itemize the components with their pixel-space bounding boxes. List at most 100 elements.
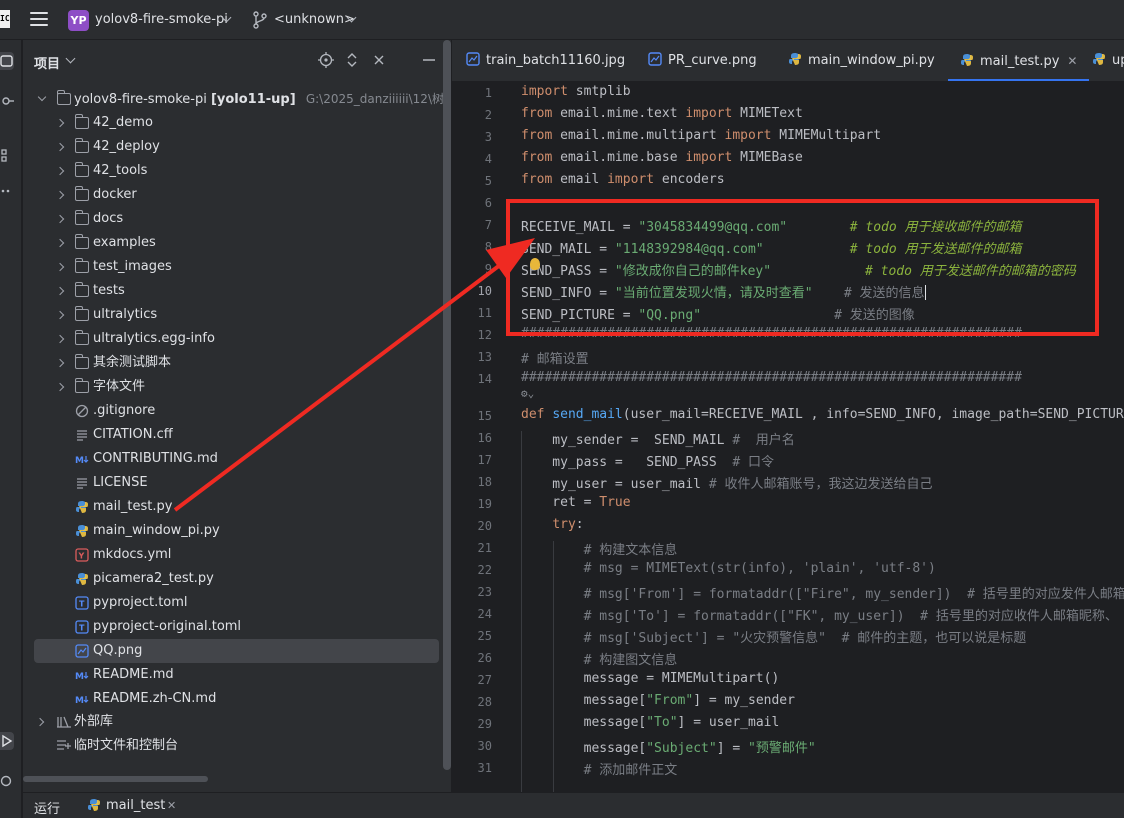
run-tab-label[interactable]: 运行 (34, 798, 60, 817)
line-number: 10 (477, 284, 492, 298)
code-line: ########################################… (521, 370, 1022, 385)
tree-file[interactable]: main_window_pi.py (23, 519, 451, 543)
project-tool-icon[interactable] (0, 52, 14, 70)
code-line: message = MIMEMultipart() (521, 671, 780, 686)
structure-tool-icon[interactable] (0, 146, 14, 164)
tree-file[interactable]: M README.md (23, 663, 451, 687)
expand-arrow-icon[interactable] (55, 118, 65, 128)
line-number: 11 (477, 306, 492, 320)
tree-file[interactable]: Ymkdocs.yml (23, 543, 451, 567)
expand-collapse-icon[interactable] (345, 52, 359, 68)
close-panel-icon[interactable] (372, 52, 386, 68)
tree-folder[interactable]: 42_deploy (23, 135, 451, 159)
tree-file[interactable]: QQ.png (34, 639, 439, 663)
tab-train-batch[interactable]: train_batch11160.jpg (466, 40, 625, 81)
code-line: # 构建图文信息 (583, 653, 678, 668)
run-config-name[interactable]: mail_test (106, 798, 165, 813)
vcs-branch-icon[interactable] (252, 11, 268, 29)
project-name[interactable]: yolov8-fire-smoke-pi (95, 12, 228, 27)
line-number: 20 (477, 519, 492, 533)
expand-arrow-icon[interactable] (37, 92, 47, 102)
tab-up[interactable]: up (1092, 40, 1124, 81)
code-vision-hint[interactable]: ⚙⌄ (521, 387, 534, 400)
expand-arrow-icon[interactable] (55, 238, 65, 248)
tree-file[interactable]: Tpyproject-original.toml (23, 615, 451, 639)
code-line: # msg['Subject'] = "火灾预警信息" # 邮件的主题，也可以说… (583, 631, 1027, 646)
line-number: 1 (484, 86, 492, 100)
tree-file[interactable]: mail_test.py (23, 495, 451, 519)
tree-folder[interactable]: 42_tools (23, 159, 451, 183)
tree-folder[interactable]: test_images (23, 255, 451, 279)
expand-arrow-icon[interactable] (35, 717, 45, 727)
line-number: 2 (484, 108, 492, 122)
more-tools-icon[interactable] (0, 182, 14, 200)
tree-scratches[interactable]: 临时文件和控制台 (23, 734, 451, 758)
file-name: main_window_pi.py (93, 523, 220, 538)
line-number: 15 (477, 409, 492, 423)
expand-arrow-icon[interactable] (55, 286, 65, 296)
expand-arrow-icon[interactable] (55, 310, 65, 320)
tree-folder[interactable]: docs (23, 207, 451, 231)
expand-arrow-icon[interactable] (55, 334, 65, 344)
file-name: QQ.png (93, 643, 143, 658)
tab-main-window-pi[interactable]: main_window_pi.py (788, 40, 935, 81)
panel-title-chevron-down-icon[interactable] (65, 53, 76, 64)
expand-arrow-icon[interactable] (55, 358, 65, 368)
code-line: try: (552, 517, 584, 532)
services-tool-icon[interactable] (0, 772, 14, 790)
tree-file[interactable]: M CONTRIBUTING.md (23, 447, 451, 471)
code-line: from email.mime.base import MIMEBase (521, 150, 803, 165)
locate-file-icon[interactable] (318, 52, 334, 68)
code-line: ########################################… (521, 326, 1022, 341)
horizontal-scrollbar[interactable] (23, 776, 208, 782)
tree-folder[interactable]: ultralytics.egg-info (23, 327, 451, 351)
tree-file[interactable]: CITATION.cff (23, 423, 451, 447)
markdown-icon: M (75, 452, 89, 466)
code-editor[interactable]: 1 2 3 4 5 6 7 8 9 10 11 12 13 14 15 16 1… (452, 82, 1124, 792)
project-panel-title[interactable]: 项目 (34, 53, 60, 72)
tree-file[interactable]: M README.zh-CN.md (23, 687, 451, 711)
line-number: 17 (477, 453, 492, 467)
tree-external-libraries[interactable]: 外部库 (23, 710, 451, 734)
commit-tool-icon[interactable] (0, 92, 14, 110)
run-tool-icon[interactable] (0, 732, 14, 750)
tree-file[interactable]: .gitignore (23, 399, 451, 423)
code-line: from email.mime.multipart import MIMEMul… (521, 128, 882, 143)
expand-arrow-icon[interactable] (55, 214, 65, 224)
tab-mail-test[interactable]: mail_test.py ✕ (948, 40, 1090, 81)
tree-file[interactable]: picamera2_test.py (23, 567, 451, 591)
project-panel: 项目 yolov8-fire-smoke-pi [yolo11-up] G:\2… (23, 40, 492, 792)
tool-window-strip (0, 40, 22, 818)
code-line: message["From"] = my_sender (521, 693, 795, 708)
tree-folder[interactable]: 其余测试脚本 (23, 351, 451, 375)
project-badge[interactable]: YP (68, 10, 89, 31)
branch-name[interactable]: <unknown> (274, 12, 355, 27)
markdown-icon: M (75, 668, 89, 682)
tree-folder[interactable]: tests (23, 279, 451, 303)
line-number: 9 (484, 262, 492, 276)
folder-icon (74, 306, 89, 321)
expand-arrow-icon[interactable] (55, 262, 65, 272)
image-icon (648, 52, 662, 66)
expand-arrow-icon[interactable] (55, 382, 65, 392)
tree-folder[interactable]: docker (23, 183, 451, 207)
code-line: ret = True (521, 495, 631, 510)
folder-name: examples (93, 235, 156, 250)
tree-file[interactable]: Tpyproject.toml (23, 591, 451, 615)
main-menu-icon[interactable] (30, 12, 48, 28)
tree-folder[interactable]: 字体文件 (23, 375, 451, 399)
tab-close-icon[interactable]: ✕ (1067, 54, 1077, 68)
expand-arrow-icon[interactable] (55, 190, 65, 200)
tree-file[interactable]: LICENSE (23, 471, 451, 495)
tree-root[interactable]: yolov8-fire-smoke-pi [yolo11-up] G:\2025… (23, 87, 492, 111)
tree-folder[interactable]: examples (23, 231, 451, 255)
expand-arrow-icon[interactable] (55, 166, 65, 176)
tree-folder[interactable]: 42_demo (23, 111, 451, 135)
hide-panel-icon[interactable] (422, 52, 436, 68)
intention-bulb-icon[interactable] (530, 258, 540, 270)
tab-pr-curve[interactable]: PR_curve.png (648, 40, 757, 81)
expand-arrow-icon[interactable] (55, 142, 65, 152)
editor-tabs: train_batch11160.jpg PR_curve.png main_w… (452, 40, 1124, 82)
close-run-tab-icon[interactable]: ✕ (167, 799, 176, 812)
tree-folder[interactable]: ultralytics (23, 303, 451, 327)
